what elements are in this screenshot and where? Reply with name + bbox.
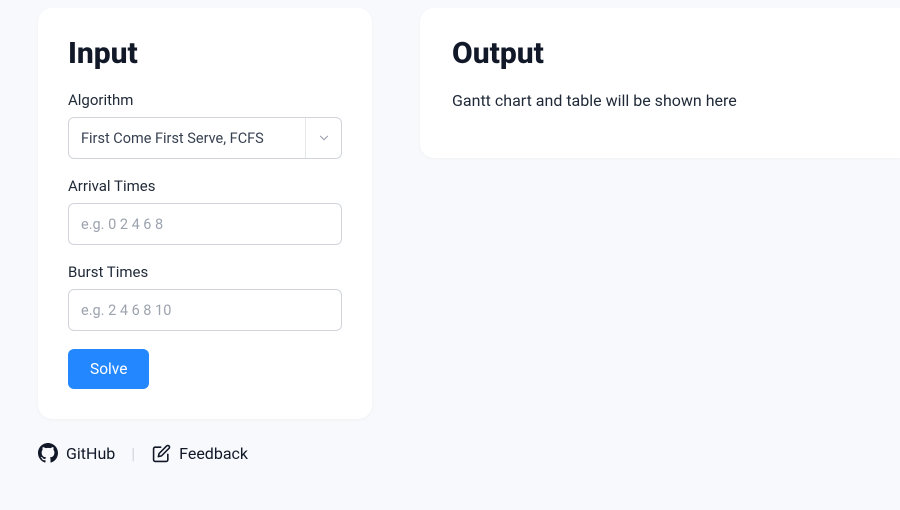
output-placeholder-text: Gantt chart and table will be shown here — [452, 91, 868, 110]
solve-button[interactable]: Solve — [68, 349, 149, 389]
arrival-group: Arrival Times — [68, 177, 342, 245]
algorithm-group: Algorithm First Come First Serve, FCFS — [68, 91, 342, 159]
arrival-input[interactable] — [68, 203, 342, 245]
algorithm-label: Algorithm — [68, 91, 342, 109]
github-link[interactable]: GitHub — [38, 443, 115, 463]
footer-separator: | — [131, 444, 135, 463]
arrival-label: Arrival Times — [68, 177, 342, 195]
footer: GitHub | Feedback — [38, 443, 900, 463]
github-icon — [38, 443, 58, 463]
input-panel: Input Algorithm First Come First Serve, … — [38, 8, 372, 419]
algorithm-selected-value: First Come First Serve, FCFS — [69, 118, 305, 158]
edit-icon — [151, 443, 171, 463]
feedback-label: Feedback — [179, 444, 248, 463]
github-label: GitHub — [66, 444, 115, 463]
feedback-link[interactable]: Feedback — [151, 443, 248, 463]
chevron-down-icon — [305, 118, 341, 158]
burst-label: Burst Times — [68, 263, 342, 281]
input-title: Input — [68, 36, 342, 71]
algorithm-select[interactable]: First Come First Serve, FCFS — [68, 117, 342, 159]
burst-input[interactable] — [68, 289, 342, 331]
burst-group: Burst Times — [68, 263, 342, 331]
output-title: Output — [452, 36, 868, 71]
output-panel: Output Gantt chart and table will be sho… — [420, 8, 900, 158]
